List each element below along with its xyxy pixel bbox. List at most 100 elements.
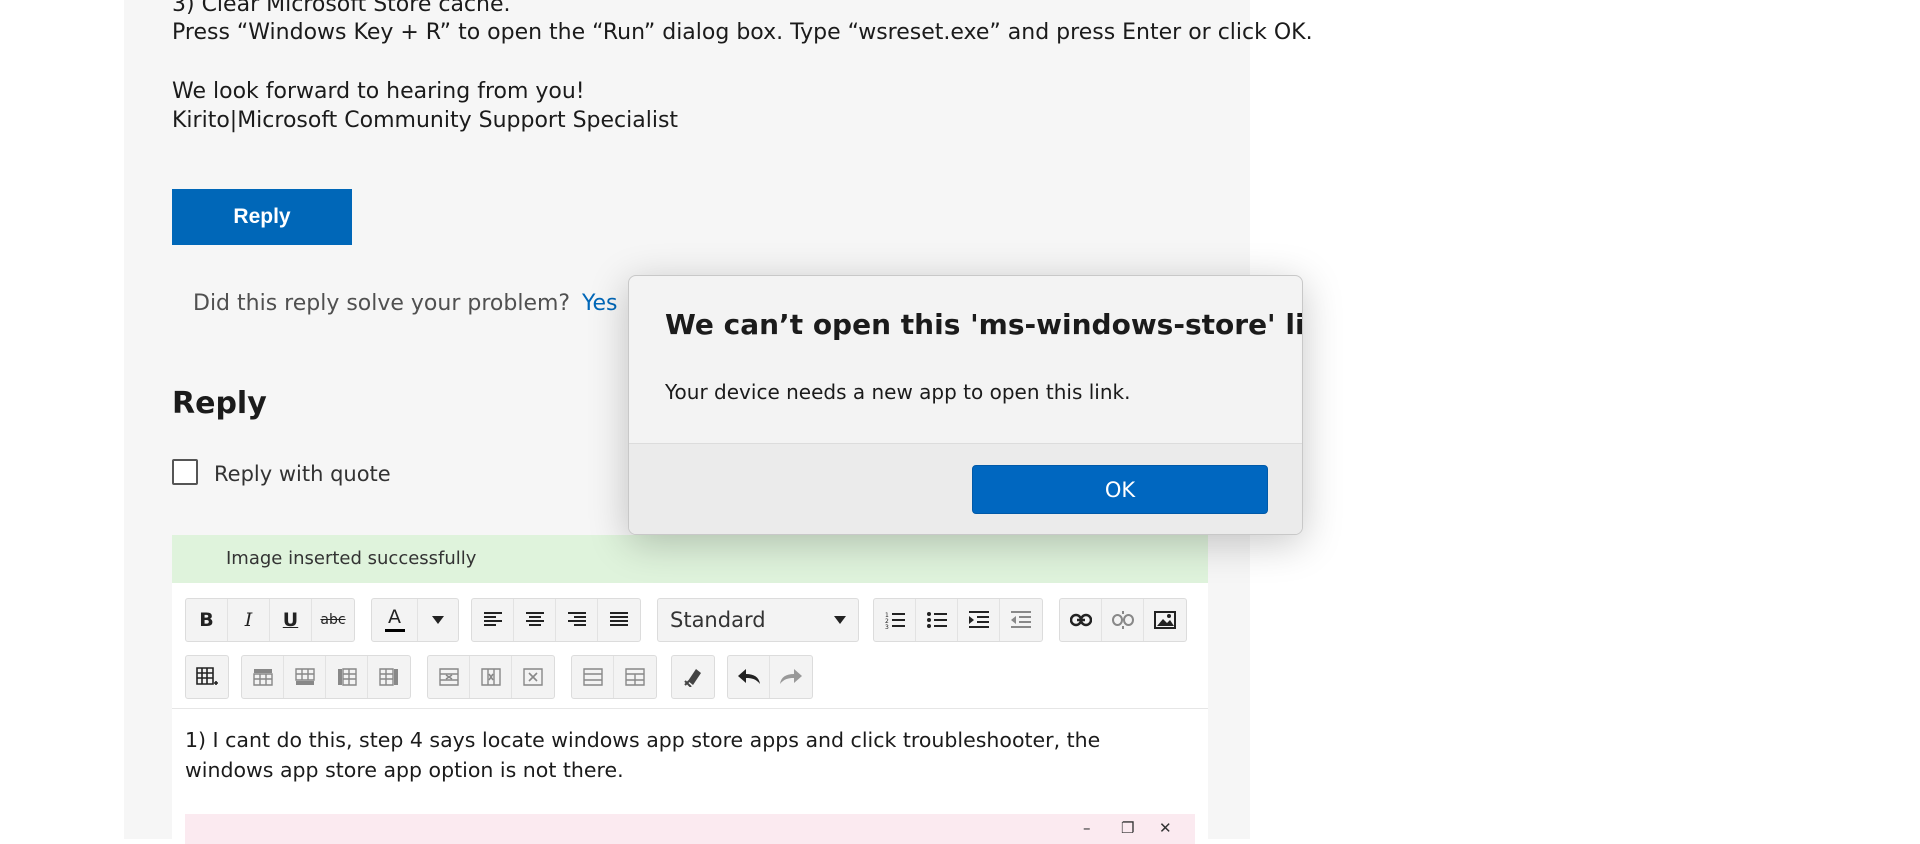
clear-format-icon [684,669,701,687]
split-cells-icon [625,668,645,686]
dialog-message: Your device needs a new app to open this… [665,380,1131,404]
column-left-icon [337,668,357,686]
feedback-yes-link[interactable]: Yes [582,291,618,316]
format-select[interactable]: Standard [657,598,859,642]
row-above-button[interactable] [242,656,284,698]
list-group: 123 [873,598,1043,642]
unlink-icon [1111,611,1134,629]
format-select-value: Standard [670,608,766,632]
clear-format-group [671,655,715,699]
align-right-icon [567,612,586,626]
cell-group [571,655,657,699]
outdent-button[interactable] [1000,599,1042,641]
text-style-group: B I U abc [185,598,355,642]
article-line-wsreset: Press “Windows Key + R” to open the “Run… [172,20,1313,45]
article-line-closing: We look forward to hearing from you! [172,79,585,104]
feedback-question: Did this reply solve your problem? [193,291,571,316]
chevron-down-icon [834,616,846,624]
font-color-group: A [371,598,459,642]
history-group [727,655,813,699]
align-center-icon [525,612,544,626]
link-group [1059,598,1187,642]
embedded-image-frame: – ❐ ✕ [185,814,1195,844]
svg-text:3: 3 [885,624,889,629]
success-message: Image inserted successfully [226,548,477,569]
italic-button[interactable]: I [228,599,270,641]
align-right-button[interactable] [556,599,598,641]
underline-icon: U [282,609,299,631]
clear-format-button[interactable] [672,656,714,698]
unlink-button[interactable] [1102,599,1144,641]
numbered-list-button[interactable]: 123 [874,599,916,641]
success-notification: Image inserted successfully [172,535,1208,583]
row-above-icon [252,669,273,686]
indent-button[interactable] [958,599,1000,641]
font-color-swatch [384,629,405,632]
bulleted-list-button[interactable] [916,599,958,641]
article-line-signature: Kirito|Microsoft Community Support Speci… [172,108,679,133]
font-color-button[interactable]: A [372,599,418,641]
reply-heading: Reply [172,386,267,421]
font-color-dropdown[interactable] [418,599,458,641]
underline-button[interactable]: U [270,599,312,641]
italic-icon: I [244,609,253,631]
merge-cells-button[interactable] [572,656,614,698]
editor-toolbar: B I U abc A Standard 123 [172,583,1208,708]
column-right-button[interactable] [368,656,410,698]
row-below-button[interactable] [284,656,326,698]
reply-with-quote-label[interactable]: Reply with quote [214,462,391,486]
merge-cells-icon [582,668,603,686]
table-insert-group [185,655,229,699]
reply-editor[interactable]: 1) I cant do this, step 4 says locate wi… [172,708,1208,844]
link-button[interactable] [1060,599,1102,641]
split-cells-button[interactable] [614,656,656,698]
align-left-button[interactable] [472,599,514,641]
minimize-icon[interactable]: – [1083,819,1091,837]
reply-with-quote-checkbox[interactable] [172,459,198,485]
strikethrough-icon: abc [320,612,346,628]
bold-icon: B [199,609,214,631]
delete-column-button[interactable] [470,656,512,698]
column-left-button[interactable] [326,656,368,698]
protocol-error-dialog: We can’t open this 'ms-windows-store' li… [628,275,1303,535]
bold-button[interactable]: B [186,599,228,641]
strikethrough-button[interactable]: abc [312,599,354,641]
outdent-icon [1011,611,1031,628]
redo-button[interactable] [770,656,812,698]
numbered-list-icon: 123 [885,612,905,629]
chevron-down-icon [432,616,444,624]
insert-table-icon [196,667,218,685]
delete-table-button[interactable] [512,656,554,698]
article-line-step3: 3) Clear Microsoft Store cache. [172,0,511,17]
undo-icon [737,669,760,684]
dialog-footer: OK [629,443,1302,534]
insert-table-button[interactable] [186,656,228,698]
restore-icon[interactable]: ❐ [1121,819,1134,837]
alignment-group [471,598,641,642]
align-left-icon [483,612,502,626]
image-button[interactable] [1144,599,1186,641]
justify-icon [610,612,628,626]
justify-button[interactable] [598,599,640,641]
ok-button[interactable]: OK [972,465,1268,514]
align-center-button[interactable] [514,599,556,641]
reply-button[interactable]: Reply [172,189,352,245]
table-delete-group [427,655,555,699]
editor-content[interactable]: 1) I cant do this, step 4 says locate wi… [185,725,1195,785]
close-icon[interactable]: ✕ [1159,819,1172,837]
link-icon [1069,613,1092,627]
bulleted-list-icon [926,612,947,628]
delete-row-button[interactable] [428,656,470,698]
delete-row-icon [438,668,459,686]
delete-table-icon [523,668,543,686]
font-color-icon: A [388,606,401,628]
table-edit-group [241,655,411,699]
column-right-icon [379,668,398,686]
dialog-title: We can’t open this 'ms-windows-store' li… [665,308,1303,341]
undo-button[interactable] [728,656,770,698]
redo-icon [780,669,802,684]
delete-column-icon [480,668,501,686]
row-below-icon [294,668,315,685]
format-select-box[interactable]: Standard [658,599,858,641]
image-icon [1154,611,1176,629]
